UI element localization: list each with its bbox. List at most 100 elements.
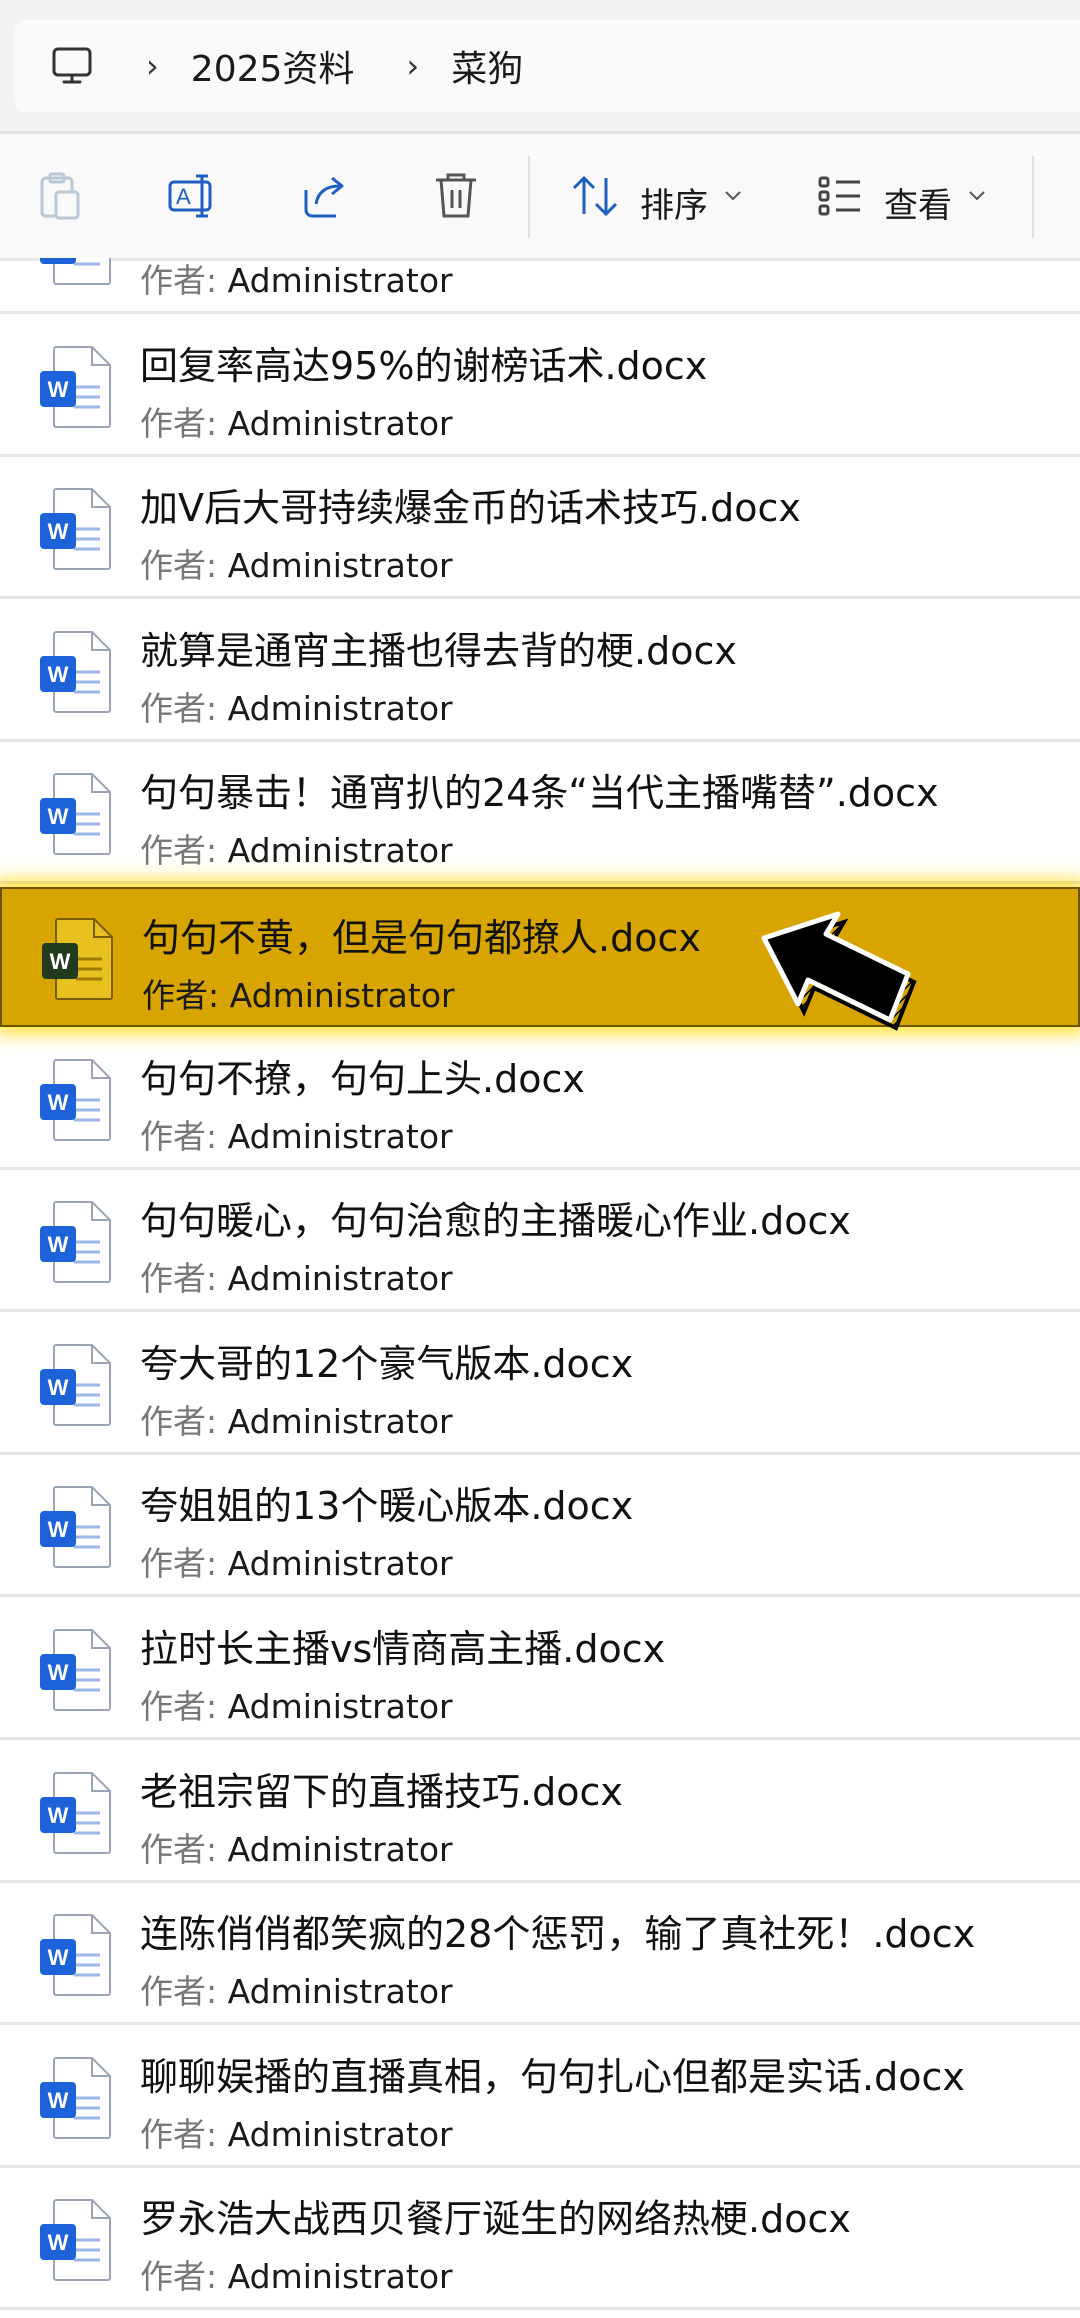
- file-row[interactable]: W 作者: Administrator: [0, 258, 1080, 314]
- author-key: 作者:: [140, 1687, 218, 1726]
- address-bar[interactable]: › 2025资料 › 菜狗: [14, 20, 1080, 112]
- file-author: 作者: Administrator: [142, 969, 455, 1017]
- paste-icon: [40, 172, 80, 220]
- breadcrumb-item-2025[interactable]: 2025资料: [191, 40, 355, 92]
- word-document-icon: W: [40, 2199, 111, 2282]
- file-author: 作者: Administrator: [140, 1965, 453, 2013]
- word-document-icon: W: [40, 1201, 111, 1284]
- word-document-icon: W: [40, 2056, 111, 2139]
- file-row[interactable]: W 老祖宗留下的直播技巧.docx 作者: Administrator: [0, 1743, 1080, 1883]
- file-author: 作者: Administrator: [140, 1537, 453, 1585]
- file-name[interactable]: 句句不黄，但是句句都撩人.docx: [142, 907, 701, 962]
- computer-icon[interactable]: [50, 44, 94, 88]
- file-row[interactable]: W 就算是通宵主播也得去背的梗.docx 作者: Administrator: [0, 602, 1080, 742]
- word-document-icon: W: [40, 630, 111, 713]
- file-author: 作者: Administrator: [140, 2108, 453, 2156]
- file-row[interactable]: W 句句暖心，句句治愈的主播暖心作业.docx 作者: Administrator: [0, 1172, 1080, 1313]
- chevron-down-icon[interactable]: [724, 190, 742, 202]
- word-document-icon: W: [40, 345, 111, 428]
- file-author: 作者: Administrator: [140, 1680, 453, 1728]
- file-row[interactable]: W 夸姐姐的13个暖心版本.docx 作者: Administrator: [0, 1457, 1080, 1598]
- sort-button[interactable]: [566, 166, 626, 226]
- file-name[interactable]: 拉时长主播vs情商高主播.docx: [140, 1618, 665, 1673]
- author-key: 作者:: [140, 261, 218, 300]
- file-row[interactable]: W 句句暴击！通宵扒的24条“当代主播嘴替”.docx 作者: Administra…: [0, 744, 1080, 885]
- chevron-down-icon[interactable]: [968, 190, 986, 202]
- svg-text:W: W: [48, 1090, 69, 1115]
- file-row[interactable]: W 连陈俏俏都笑疯的28个惩罚，输了真社死！.docx 作者: Administra…: [0, 1885, 1080, 2026]
- file-list: W 作者: Administrator W 回复率高达95%的谢榜话术.docx 作者:…: [0, 258, 1080, 2318]
- author-key: 作者:: [140, 403, 218, 443]
- author-value: Administrator: [227, 1116, 453, 1156]
- file-name[interactable]: 句句暖心，句句治愈的主播暖心作业.docx: [140, 1190, 851, 1245]
- word-document-icon: W: [40, 773, 111, 856]
- share-icon: [304, 176, 344, 218]
- sort-icon: [572, 175, 618, 217]
- file-author: 作者: Administrator: [140, 1823, 453, 1871]
- author-key: 作者:: [140, 831, 218, 871]
- word-document-icon: W: [42, 918, 113, 1000]
- word-document-icon: W: [40, 488, 111, 571]
- toolbar-divider: [1032, 156, 1034, 238]
- author-value: Administrator: [227, 261, 453, 300]
- file-name[interactable]: 句句不撩，句句上头.docx: [140, 1048, 585, 1103]
- word-document-icon: W: [40, 258, 111, 285]
- author-value: Administrator: [227, 2257, 453, 2297]
- delete-button[interactable]: [426, 166, 486, 226]
- file-name[interactable]: 就算是通宵主播也得去背的梗.docx: [140, 620, 737, 675]
- file-name[interactable]: 加V后大哥持续爆金币的话术技巧.docx: [140, 477, 801, 532]
- svg-text:A: A: [176, 184, 191, 209]
- word-document-icon: W: [40, 1914, 111, 1997]
- share-button[interactable]: [294, 166, 354, 226]
- file-author: 作者: Administrator: [140, 824, 453, 872]
- file-row[interactable]: W 拉时长主播vs情商高主播.docx 作者: Administrator: [0, 1600, 1080, 1740]
- file-author: 作者: Administrator: [140, 1110, 453, 1158]
- view-button[interactable]: [810, 166, 870, 226]
- svg-text:W: W: [48, 804, 69, 829]
- breadcrumb-separator-icon[interactable]: ›: [146, 47, 159, 85]
- file-row[interactable]: W 加V后大哥持续爆金币的话术技巧.docx 作者: Administrator: [0, 459, 1080, 600]
- file-row[interactable]: W 罗永浩大战西贝餐厅诞生的网络热梗.docx 作者: Administrator: [0, 2170, 1080, 2311]
- file-name[interactable]: 老祖宗留下的直播技巧.docx: [140, 1761, 623, 1816]
- file-author: 作者: Administrator: [140, 1252, 453, 1300]
- svg-text:W: W: [48, 2230, 69, 2255]
- author-key: 作者:: [140, 1544, 218, 1584]
- file-name[interactable]: 夸姐姐的13个暖心版本.docx: [140, 1475, 633, 1530]
- svg-text:W: W: [48, 1660, 69, 1685]
- word-document-icon: W: [40, 1629, 111, 1711]
- file-name[interactable]: 回复率高达95%的谢榜话术.docx: [140, 335, 707, 390]
- author-value: Administrator: [227, 1401, 453, 1441]
- file-name[interactable]: 罗永浩大战西贝餐厅诞生的网络热梗.docx: [140, 2188, 851, 2243]
- svg-text:W: W: [48, 258, 69, 259]
- breadcrumb-item-caigou[interactable]: 菜狗: [451, 40, 523, 92]
- author-value: Administrator: [227, 403, 453, 443]
- svg-text:W: W: [48, 1517, 69, 1542]
- file-row[interactable]: W 句句不撩，句句上头.docx 作者: Administrator: [0, 1030, 1080, 1170]
- file-name[interactable]: 聊聊娱播的直播真相，句句扎心但都是实话.docx: [140, 2046, 965, 2101]
- author-value: Administrator: [227, 1259, 453, 1299]
- svg-text:W: W: [48, 662, 69, 687]
- author-value: Administrator: [227, 1544, 453, 1584]
- author-value: Administrator: [227, 831, 453, 871]
- author-key: 作者:: [140, 546, 218, 586]
- svg-text:W: W: [48, 377, 69, 402]
- file-row[interactable]: W 回复率高达95%的谢榜话术.docx 作者: Administrator: [0, 317, 1080, 457]
- breadcrumb-separator-icon[interactable]: ›: [406, 47, 419, 85]
- author-key: 作者:: [140, 1972, 218, 2012]
- file-name[interactable]: 夸大哥的12个豪气版本.docx: [140, 1333, 633, 1388]
- view-label[interactable]: 查看: [884, 178, 952, 227]
- file-name[interactable]: 句句暴击！通宵扒的24条“当代主播嘴替”.docx: [140, 762, 939, 817]
- file-row[interactable]: W 夸大哥的12个豪气版本.docx 作者: Administrator: [0, 1315, 1080, 1455]
- author-value: Administrator: [227, 1972, 453, 2012]
- file-name[interactable]: 连陈俏俏都笑疯的28个惩罚，输了真社死！.docx: [140, 1903, 975, 1958]
- file-author: 作者: Administrator: [140, 397, 453, 445]
- address-bar-area: › 2025资料 › 菜狗: [0, 0, 1080, 132]
- rename-button[interactable]: A: [162, 166, 222, 226]
- file-row[interactable]: W 聊聊娱播的直播真相，句句扎心但都是实话.docx 作者: Administrat…: [0, 2028, 1080, 2168]
- author-key: 作者:: [142, 976, 220, 1015]
- sort-label[interactable]: 排序: [640, 178, 708, 227]
- paste-button[interactable]: [30, 166, 90, 226]
- author-value: Administrator: [227, 1687, 453, 1726]
- author-value: Administrator: [227, 688, 453, 728]
- svg-text:W: W: [48, 1375, 69, 1400]
